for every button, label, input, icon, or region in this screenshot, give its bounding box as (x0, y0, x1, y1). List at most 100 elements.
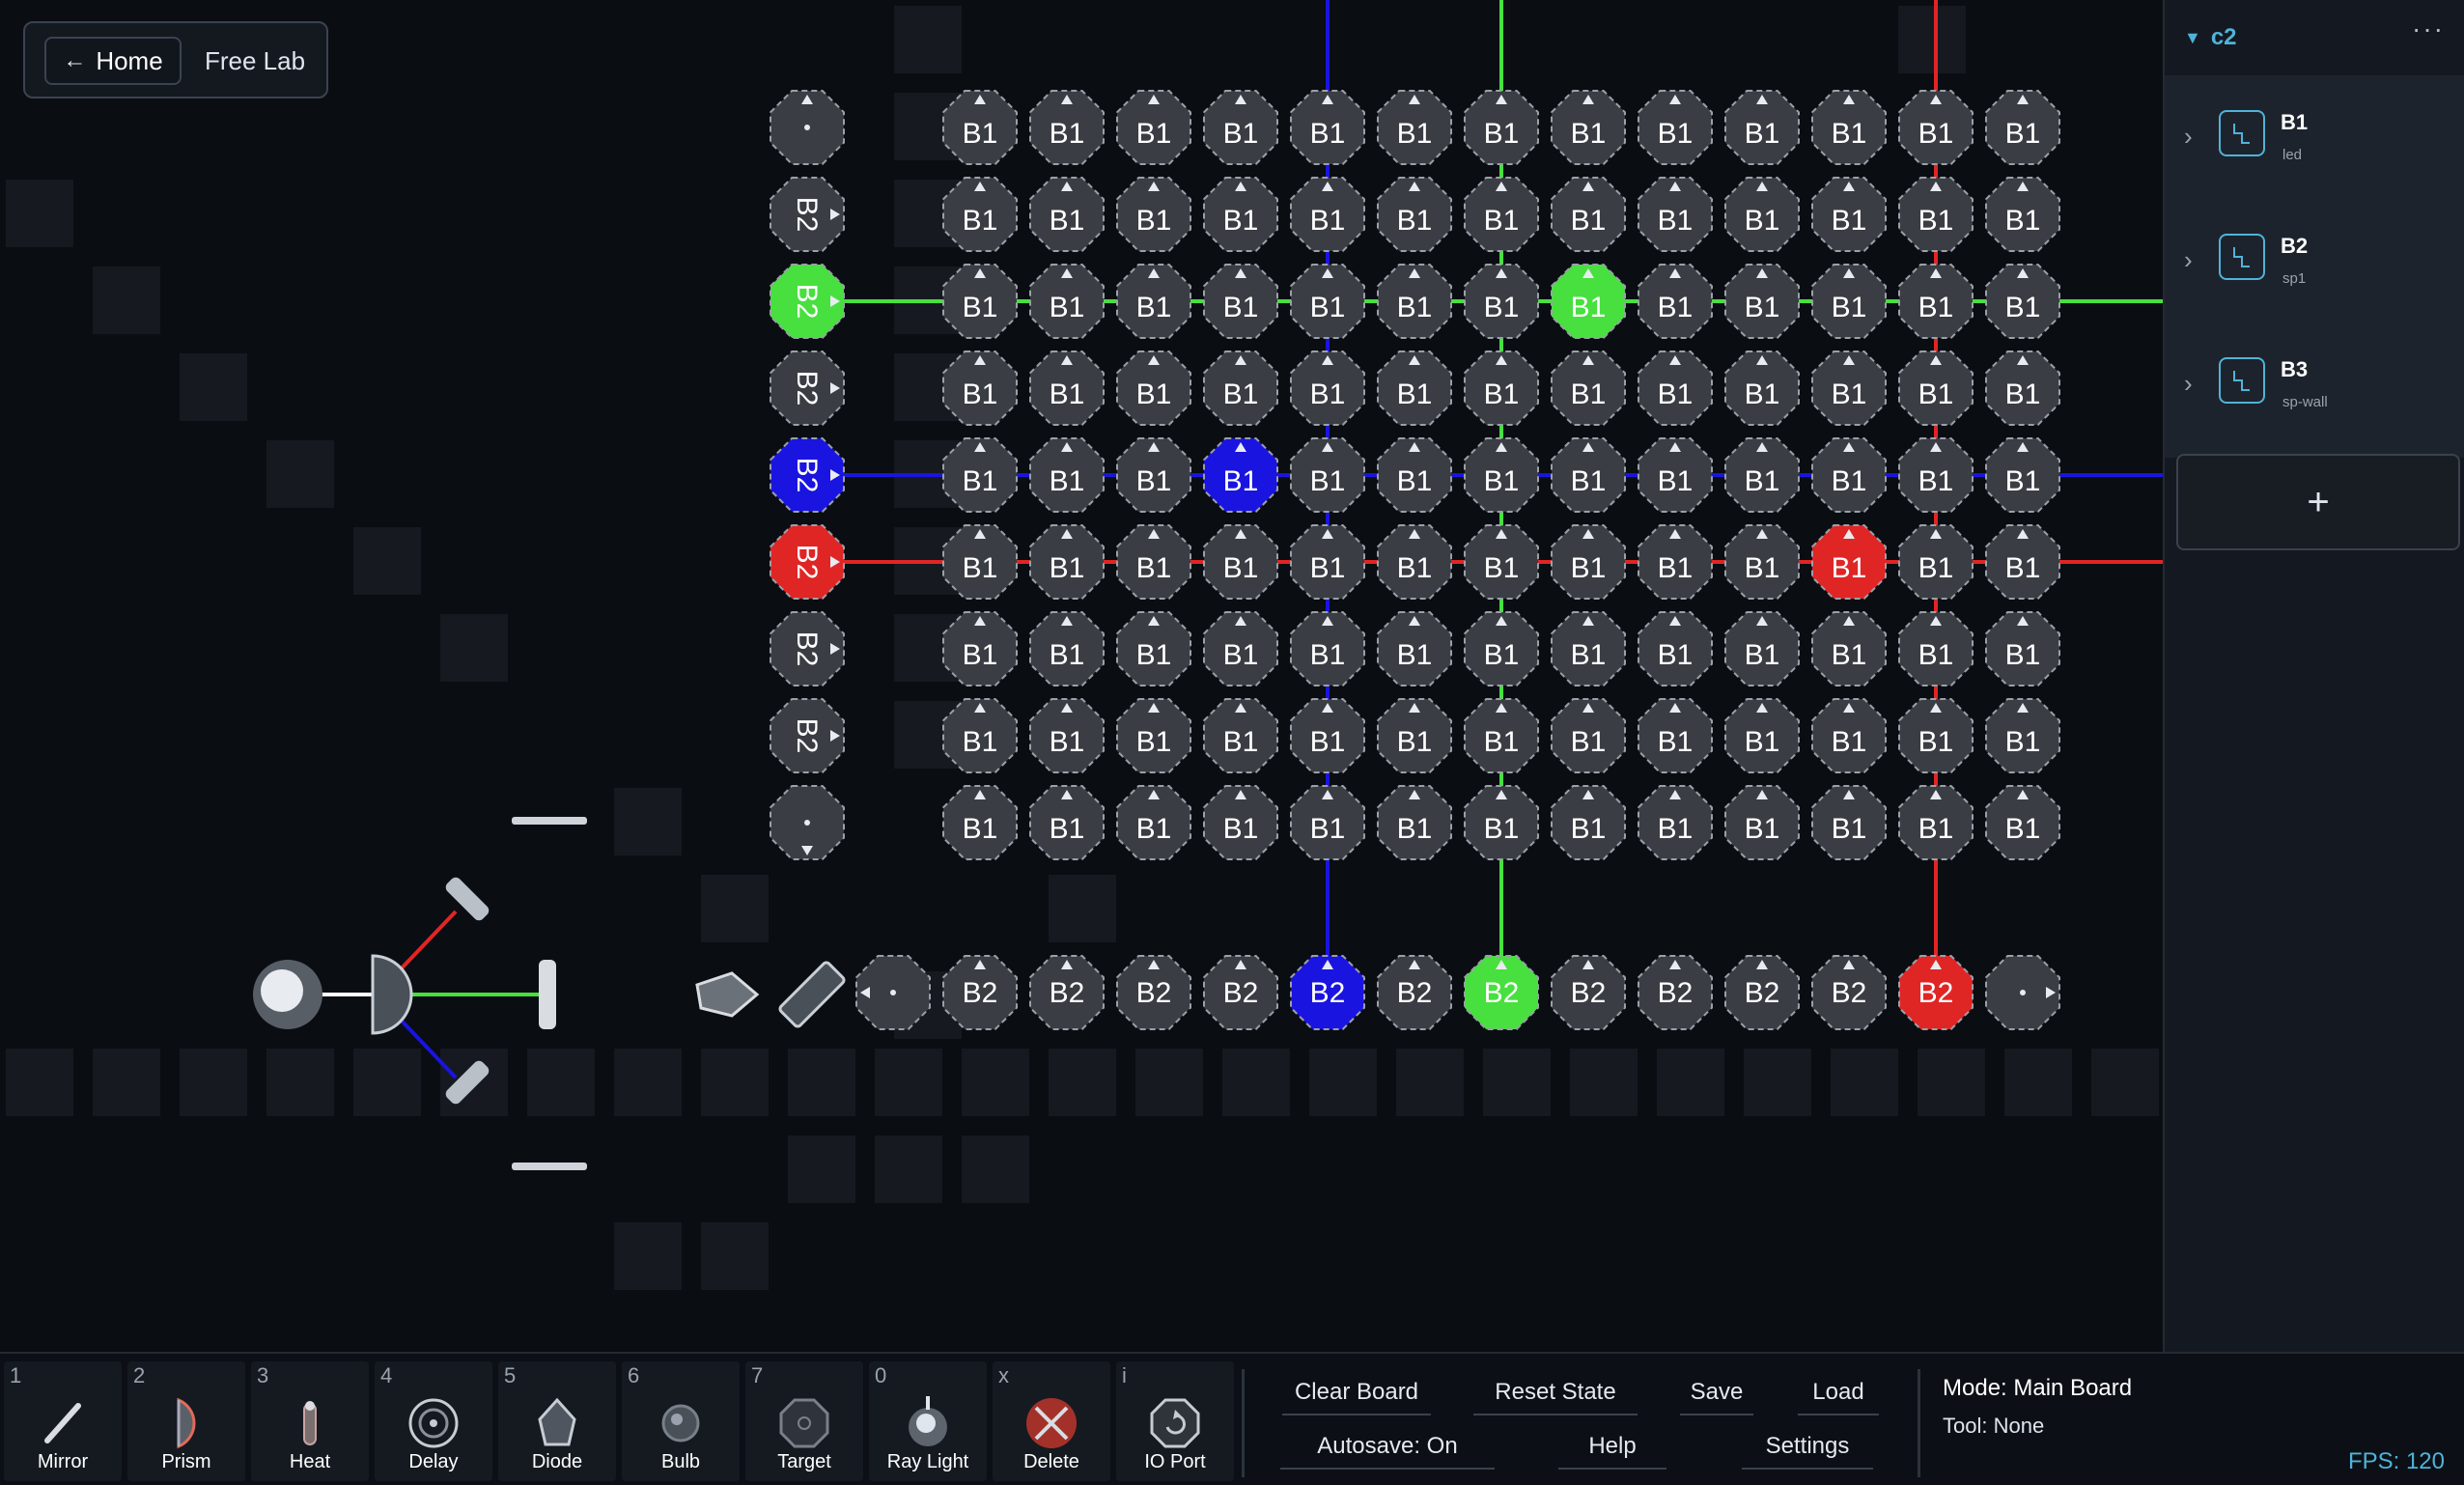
home-button[interactable]: ← Home (44, 37, 182, 85)
target-sensor-icon[interactable] (539, 960, 556, 1029)
tool-prism[interactable]: 2 Prism (127, 1361, 245, 1481)
tool-bulb[interactable]: 6 Bulb (622, 1361, 740, 1481)
board-grid-square[interactable] (875, 1049, 942, 1116)
node-label: B1 (1310, 378, 1346, 410)
save-button[interactable]: Save (1680, 1379, 1753, 1415)
board-grid-square[interactable] (440, 614, 508, 682)
board-grid-square[interactable] (788, 1049, 855, 1116)
tool-mirror[interactable]: 1 Mirror (4, 1361, 122, 1481)
node-label: B1 (963, 813, 998, 845)
node-label: B1 (1310, 726, 1346, 758)
reset-state-button[interactable]: Reset State (1473, 1379, 1638, 1415)
clear-board-button[interactable]: Clear Board (1282, 1379, 1431, 1415)
node-label: B1 (1310, 639, 1346, 671)
chevron-right-icon[interactable]: › (2184, 245, 2193, 275)
node-label: B1 (1223, 552, 1259, 584)
tool-heat[interactable]: 3 Heat (251, 1361, 369, 1481)
node-label: B1 (1658, 292, 1694, 323)
tool-delete[interactable]: x Delete (993, 1361, 1110, 1481)
board-grid-square[interactable] (614, 1222, 682, 1290)
board-grid-square[interactable] (1831, 1049, 1898, 1116)
circuit-header[interactable]: ▼ c2 ··· (2165, 0, 2464, 75)
board-grid-square[interactable] (1657, 1049, 1724, 1116)
board-grid-square[interactable] (1396, 1049, 1464, 1116)
board-grid-square[interactable] (962, 1135, 1029, 1203)
node-label: B1 (1745, 813, 1780, 845)
board-grid-square[interactable] (353, 1049, 421, 1116)
board-grid-square[interactable] (1483, 1049, 1551, 1116)
tool-ray-light[interactable]: 0 Ray Light (869, 1361, 987, 1481)
tool-key: 2 (133, 1363, 146, 1387)
board-grid-square[interactable] (180, 353, 247, 421)
board-grid-square[interactable] (180, 1049, 247, 1116)
board-grid-square[interactable] (1898, 6, 1966, 73)
help-button[interactable]: Help (1558, 1433, 1666, 1470)
settings-button[interactable]: Settings (1742, 1433, 1873, 1470)
board-grid-square[interactable] (1309, 1049, 1377, 1116)
circuit-item-b2[interactable]: › B2 sp1 (2165, 205, 2464, 328)
board-grid-square[interactable] (2091, 1049, 2159, 1116)
tool-label: Mirror (37, 1451, 89, 1472)
board-grid-square[interactable] (1918, 1049, 1985, 1116)
tool-target[interactable]: 7 Target (745, 1361, 863, 1481)
board-grid-square[interactable] (1570, 1049, 1638, 1116)
board-grid-square[interactable] (93, 266, 160, 334)
board-grid-square[interactable] (527, 1049, 595, 1116)
board-grid-square[interactable] (266, 440, 334, 508)
board-grid-square[interactable] (6, 180, 73, 247)
board-grid-square[interactable] (1744, 1049, 1811, 1116)
board-grid-square[interactable] (614, 1049, 682, 1116)
node-label: B1 (1832, 726, 1867, 758)
board-grid-square[interactable] (788, 1135, 855, 1203)
circuit-item-b1[interactable]: › B1 led (2165, 81, 2464, 205)
circuit-sidebar: ▼ c2 ··· › B1 led › B2 sp1 › B3 sp-wall … (2163, 0, 2464, 1352)
chevron-right-icon[interactable]: › (2184, 122, 2193, 152)
board-grid-square[interactable] (875, 1135, 942, 1203)
node-label: B1 (1571, 292, 1607, 323)
board-grid-square[interactable] (1049, 875, 1116, 942)
board-grid-square[interactable] (1135, 1049, 1203, 1116)
board-grid-square[interactable] (894, 6, 962, 73)
circuit-item-b3[interactable]: › B3 sp-wall (2165, 328, 2464, 452)
diode-icon[interactable] (695, 971, 760, 1018)
heat-icon[interactable] (778, 961, 846, 1028)
board-grid-square[interactable] (701, 1222, 769, 1290)
mode-status: Mode: Main Board (1943, 1375, 2133, 1401)
tool-delay[interactable]: 4 Delay (375, 1361, 492, 1481)
node-dot (804, 820, 810, 826)
chevron-right-icon[interactable]: › (2184, 369, 2193, 399)
node-label: B1 (1745, 118, 1780, 150)
diode-icon (538, 1397, 576, 1446)
tool-io-port[interactable]: i IO Port (1116, 1361, 1234, 1481)
board-grid-square[interactable] (1049, 1049, 1116, 1116)
board-grid-square[interactable] (614, 788, 682, 855)
tool-diode[interactable]: 5 Diode (498, 1361, 616, 1481)
board-grid-square[interactable] (266, 1049, 334, 1116)
add-circuit-button[interactable]: + (2176, 454, 2460, 550)
node-label: B1 (1832, 639, 1867, 671)
load-button[interactable]: Load (1798, 1379, 1879, 1415)
board-grid-square[interactable] (93, 1049, 160, 1116)
board-canvas[interactable]: B1 B1 B1 B1 B1 B1 B1 B1 B1 B1 B1 B1 B1 B1 B1 B1 B1 B1 B1 B1… (0, 0, 2163, 1352)
board-grid-square[interactable] (701, 1049, 769, 1116)
node-label: B1 (1484, 813, 1520, 845)
board-grid-square[interactable] (962, 1049, 1029, 1116)
board-grid-square[interactable] (6, 1049, 73, 1116)
node-label: B1 (1918, 813, 1954, 845)
node-label: B1 (1397, 465, 1433, 497)
node-label: B1 (1571, 726, 1607, 758)
board-grid-square[interactable] (2004, 1049, 2072, 1116)
more-options-icon[interactable]: ··· (2412, 14, 2445, 44)
caret-down-icon[interactable]: ▼ (2184, 28, 2201, 48)
node-label: B1 (1918, 292, 1954, 323)
tool-key: 7 (751, 1363, 764, 1387)
prism-icon[interactable] (371, 954, 413, 1035)
board-grid-square[interactable] (701, 875, 769, 942)
board-grid-square[interactable] (353, 527, 421, 595)
node-label: B1 (1745, 639, 1780, 671)
node-label: B1 (1571, 205, 1607, 237)
autosave-toggle[interactable]: Autosave: On (1280, 1433, 1495, 1470)
board-grid-square[interactable] (1222, 1049, 1290, 1116)
node-label: B1 (963, 465, 998, 497)
node-label: B1 (1658, 726, 1694, 758)
